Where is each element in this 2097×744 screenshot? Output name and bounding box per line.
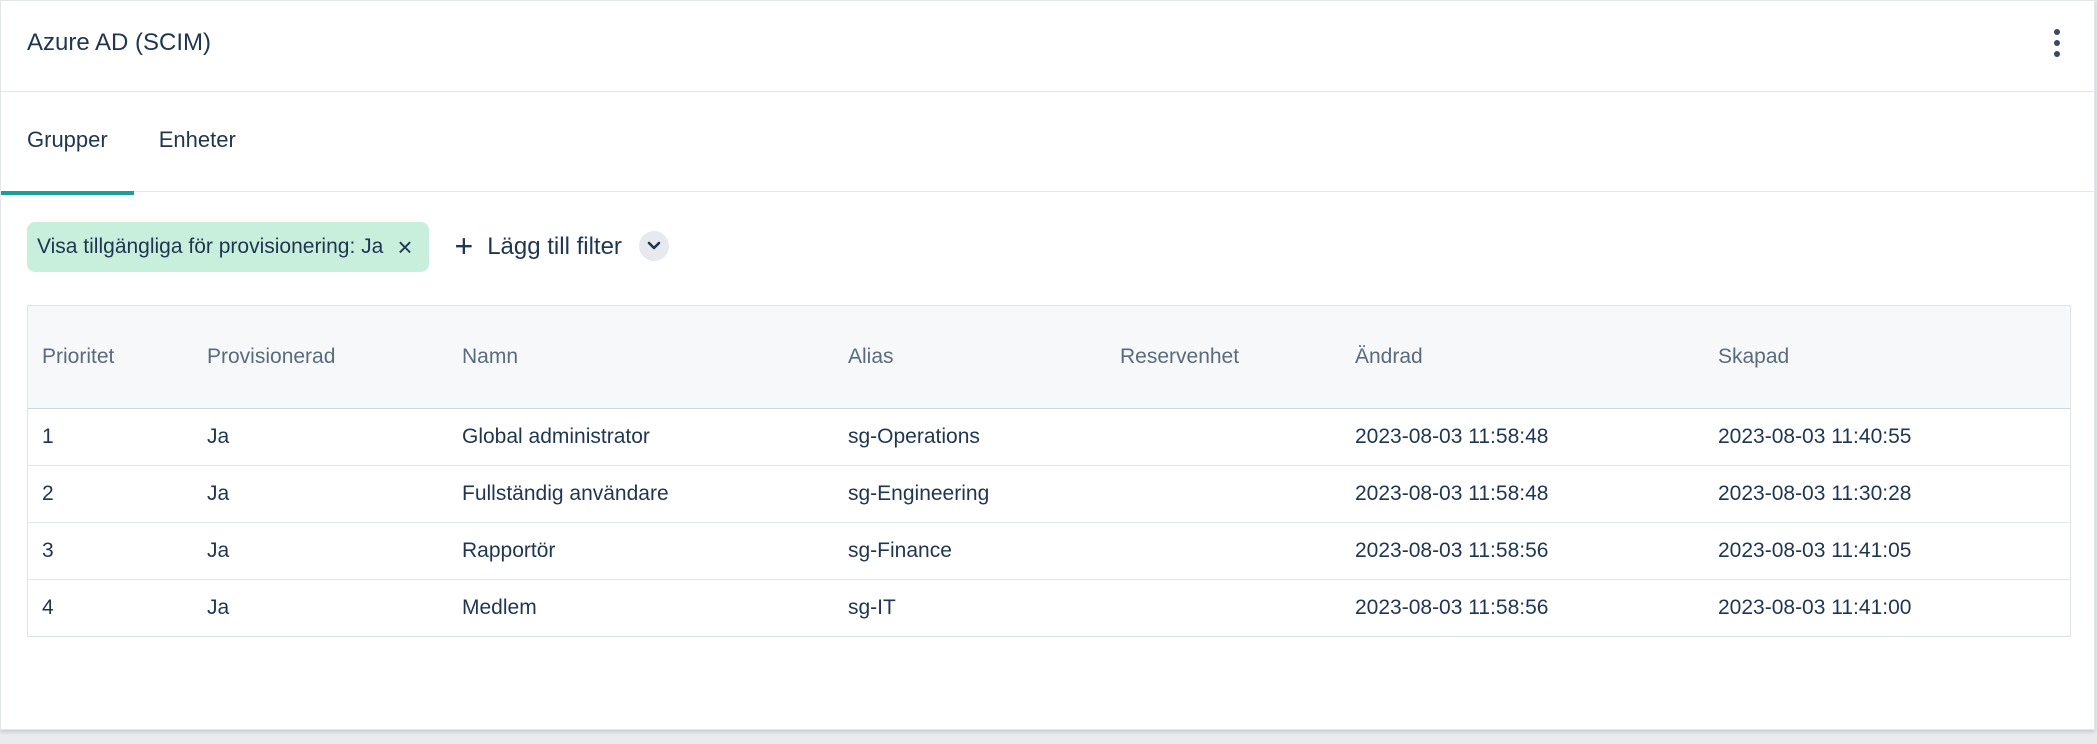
column-header-andrad[interactable]: Ändrad xyxy=(1341,306,1704,409)
tab-enheter[interactable]: Enheter xyxy=(134,88,262,191)
cell-alias: sg-Engineering xyxy=(834,465,1106,523)
cell-skapad: 2023-08-03 11:41:05 xyxy=(1704,522,2070,580)
column-header-namn[interactable]: Namn xyxy=(448,306,834,409)
cell-alias: sg-Operations xyxy=(834,408,1106,466)
cell-reservenhet xyxy=(1106,465,1341,523)
cell-namn: Fullständig användare xyxy=(448,465,834,523)
filter-chip[interactable]: Visa tillgängliga för provisionering: Ja… xyxy=(27,222,429,272)
groups-table: Prioritet Provisionerad Namn Alias Reser… xyxy=(27,305,2071,637)
column-header-skapad[interactable]: Skapad xyxy=(1704,306,2070,409)
cell-provisionerad: Ja xyxy=(193,408,448,466)
cell-reservenhet xyxy=(1106,579,1341,636)
cell-namn: Medlem xyxy=(462,595,537,619)
filter-chip-label: Visa tillgängliga för provisionering: Ja xyxy=(37,235,384,258)
integration-panel: Azure AD (SCIM) Grupper Enheter Visa til… xyxy=(0,0,2095,730)
cell-skapad: 2023-08-03 11:41:00 xyxy=(1718,595,1912,619)
cell-reservenhet xyxy=(1106,408,1341,466)
close-icon[interactable]: × xyxy=(397,234,412,260)
cell-prioritet: 2 xyxy=(28,465,193,523)
cell-alias: sg-IT xyxy=(848,595,896,619)
add-filter-button[interactable]: + Lägg till filter xyxy=(454,227,622,264)
cell-skapad: 2023-08-03 11:30:28 xyxy=(1704,465,2070,523)
cell-andrad: 2023-08-03 11:58:48 xyxy=(1341,465,1704,523)
plus-icon: + xyxy=(454,227,474,264)
cell-prioritet: 4 xyxy=(42,595,54,619)
column-header-alias[interactable]: Alias xyxy=(834,306,1106,409)
page-title: Azure AD (SCIM) xyxy=(27,29,212,56)
cell-prioritet: 1 xyxy=(28,408,193,466)
add-filter-label: Lägg till filter xyxy=(487,233,622,260)
kebab-menu-icon[interactable] xyxy=(2039,25,2075,61)
cell-provisionerad: Ja xyxy=(193,465,448,523)
cell-reservenhet xyxy=(1106,522,1341,580)
table-row[interactable]: 2 Ja Fullständig användare sg-Engineerin… xyxy=(28,465,2070,523)
cell-andrad: 2023-08-03 11:58:56 xyxy=(1355,595,1549,619)
table-row[interactable]: 3 Ja Rapportör sg-Finance 2023-08-03 11:… xyxy=(28,522,2070,580)
cell-alias: sg-Finance xyxy=(834,522,1106,580)
tab-bar: Grupper Enheter xyxy=(1,92,2094,195)
table-row[interactable]: 1 Ja Global administrator sg-Operations … xyxy=(28,408,2070,466)
column-header-provisionerad[interactable]: Provisionerad xyxy=(193,306,448,409)
cell-provisionerad: Ja xyxy=(193,522,448,580)
tab-grupper[interactable]: Grupper xyxy=(1,88,134,195)
table-row[interactable]: 4 Ja Medlem sg-IT 2023-08-03 11:58:56 20… xyxy=(28,579,2070,636)
panel-header: Azure AD (SCIM) xyxy=(1,1,2094,92)
filter-bar: Visa tillgängliga för provisionering: Ja… xyxy=(1,192,2094,302)
cell-prioritet: 3 xyxy=(28,522,193,580)
cell-andrad: 2023-08-03 11:58:48 xyxy=(1341,408,1704,466)
cell-andrad: 2023-08-03 11:58:56 xyxy=(1341,522,1704,580)
cell-namn: Global administrator xyxy=(448,408,834,466)
cell-provisionerad: Ja xyxy=(207,595,230,619)
chevron-down-icon[interactable] xyxy=(638,231,669,261)
cell-namn: Rapportör xyxy=(448,522,834,580)
table-header-row: Prioritet Provisionerad Namn Alias Reser… xyxy=(28,306,2070,409)
column-header-prioritet[interactable]: Prioritet xyxy=(28,306,193,409)
cell-skapad: 2023-08-03 11:40:55 xyxy=(1704,408,2070,466)
column-header-reservenhet[interactable]: Reservenhet xyxy=(1106,306,1341,409)
